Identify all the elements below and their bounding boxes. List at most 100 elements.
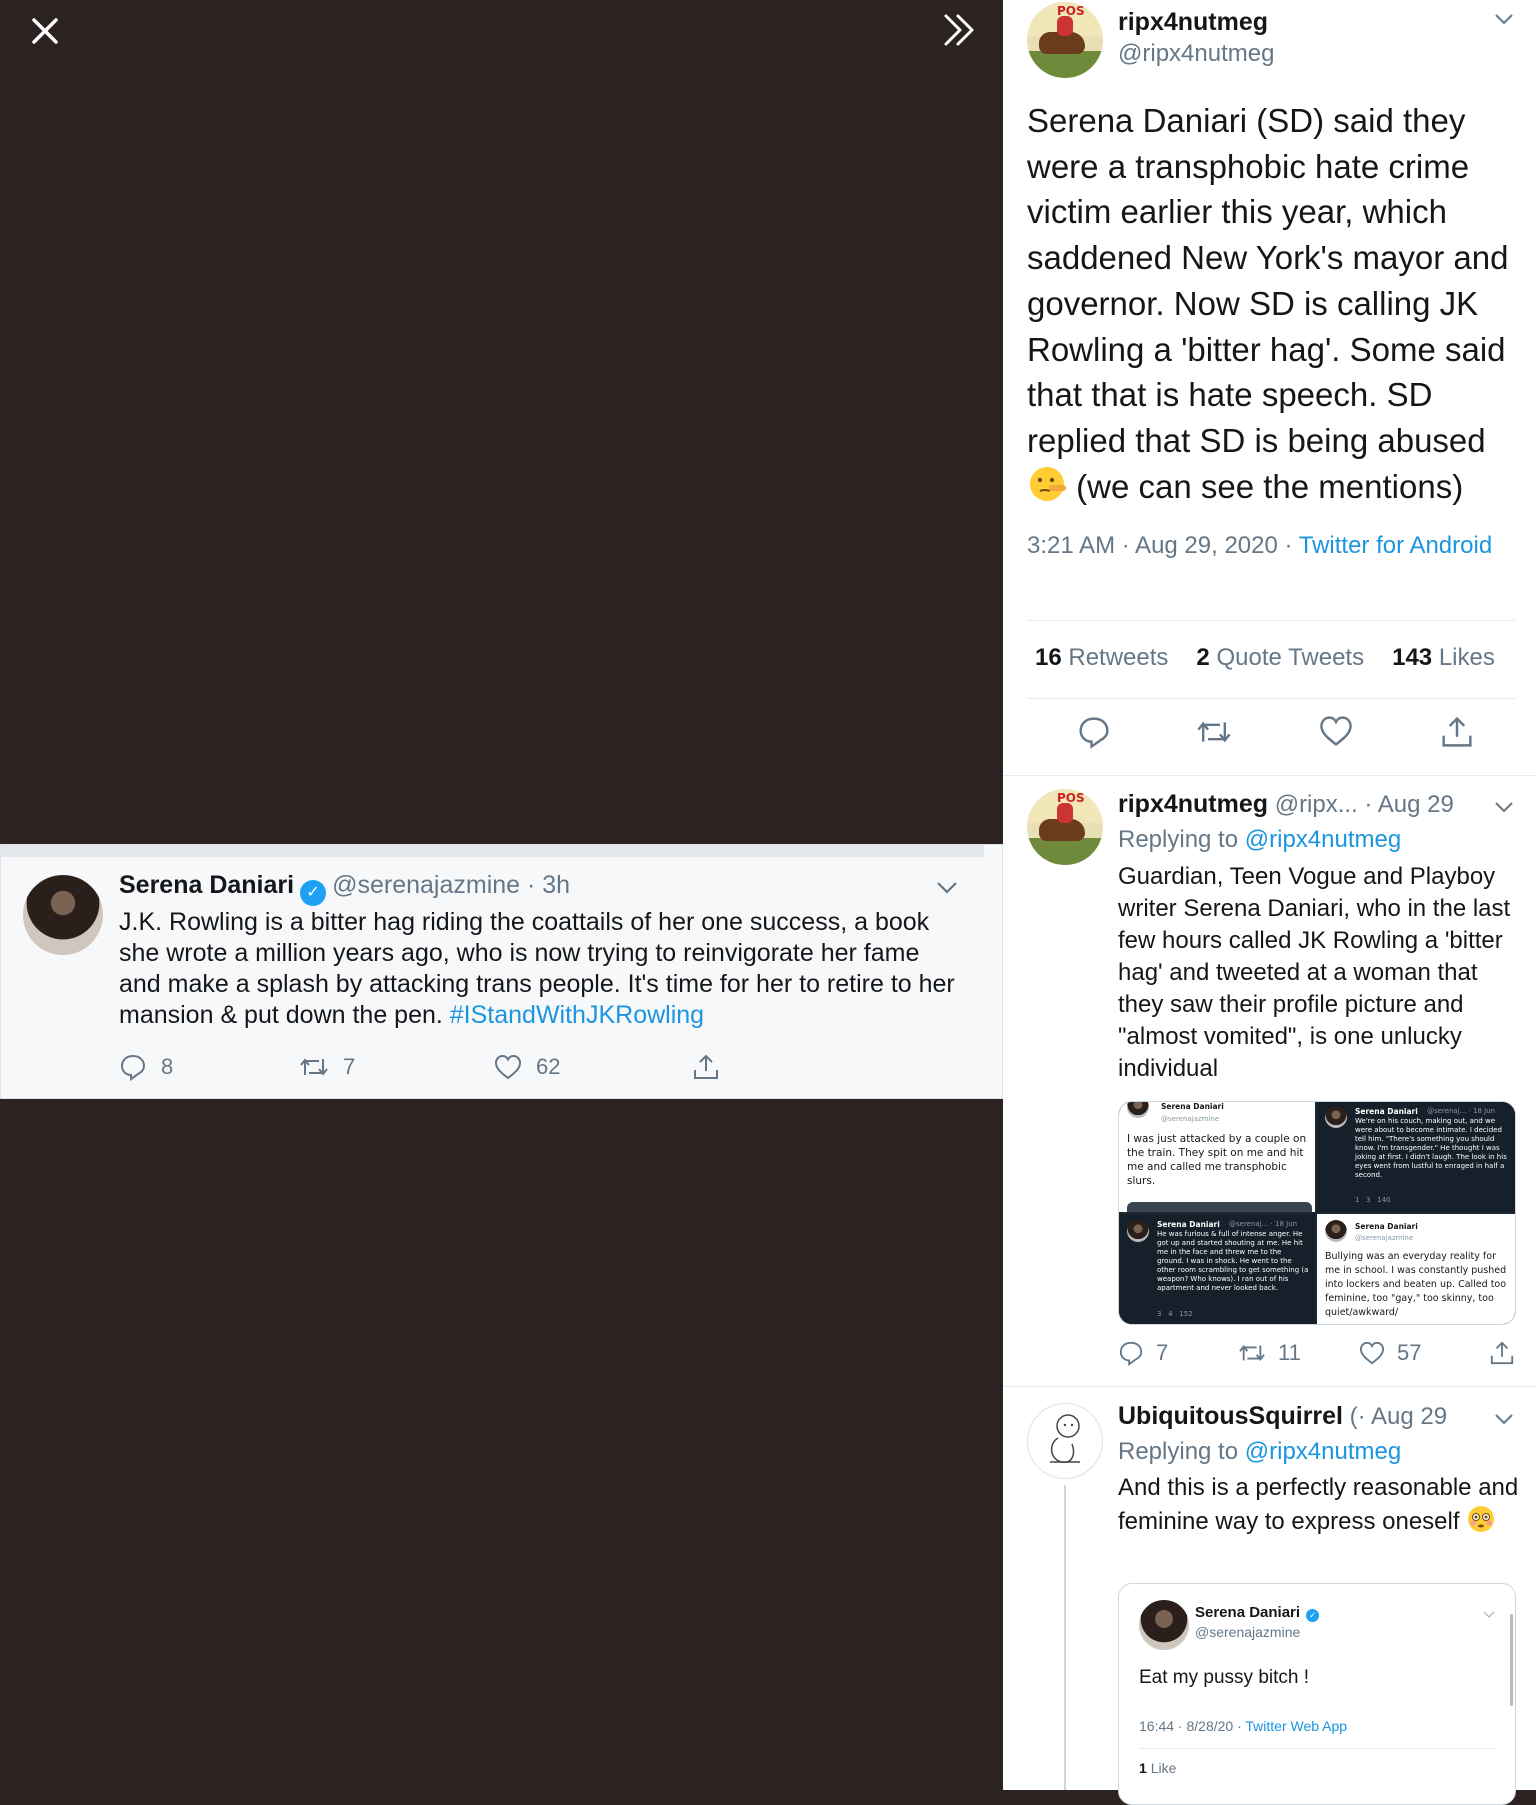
- mini-text: He was furious & full of intense anger. …: [1157, 1230, 1309, 1292]
- reply-count: 7: [1156, 1340, 1169, 1365]
- quote-author-name: Serena Daniari ✓: [1195, 1604, 1320, 1622]
- like-action[interactable]: 57: [1359, 1340, 1421, 1366]
- quote-meta: 16:44 · 8/28/20 · Twitter Web App: [1139, 1718, 1347, 1734]
- grid-image-3[interactable]: Serena Daniari @serenaj... · 18 Jun He w…: [1119, 1214, 1315, 1324]
- engagement-stats: 16 Retweets 2 Quote Tweets 143 Likes: [1035, 644, 1495, 672]
- reply-icon: [120, 1054, 146, 1081]
- grid-image-4[interactable]: Serena Daniari @serenajazmine Bullying w…: [1317, 1214, 1515, 1324]
- tweet-actions: [1003, 715, 1536, 759]
- avatar[interactable]: [1027, 1403, 1103, 1479]
- retweet-action: 7: [299, 1050, 355, 1084]
- heart-icon: [1359, 1341, 1385, 1365]
- likes-label: Likes: [1438, 644, 1495, 671]
- quotes-label: Quote Tweets: [1216, 644, 1365, 671]
- mini-handle: @serenaj... · 18 Jun: [1229, 1220, 1298, 1228]
- quote-text: Eat my pussy bitch !: [1139, 1667, 1310, 1688]
- retweet-icon[interactable]: [1196, 715, 1232, 754]
- quote-author-handle: @serenajazmine: [1195, 1624, 1301, 1640]
- retweet-count: 11: [1278, 1340, 1301, 1365]
- replying-handle-link[interactable]: @ripx4nutmeg: [1245, 826, 1401, 853]
- quote-name-text: Serena Daniari: [1195, 1604, 1301, 1621]
- mini-counts: 1 3 140: [1355, 1196, 1391, 1204]
- scrollbar: [1510, 1614, 1513, 1706]
- verified-badge-icon: ✓: [1306, 1609, 1320, 1622]
- author-name: Serena Daniari: [119, 871, 295, 899]
- author-handle-date: @ripx... · Aug 29: [1274, 791, 1454, 818]
- replying-to: Replying to @ripx4nutmeg: [1118, 1438, 1401, 1466]
- reply-action[interactable]: 7: [1118, 1340, 1168, 1366]
- replying-label: Replying to: [1118, 826, 1245, 853]
- share-action[interactable]: [1489, 1340, 1527, 1366]
- quote-likes-label: Like: [1150, 1760, 1177, 1776]
- author-name[interactable]: ripx4nutmeg: [1118, 8, 1268, 37]
- chevron-down-icon: [936, 881, 958, 895]
- quoted-tweet-image[interactable]: Serena Daniari ✓ @serenajazmine Eat my p…: [1118, 1583, 1516, 1805]
- chevron-down-icon[interactable]: [1494, 12, 1514, 25]
- author-handle[interactable]: @ripx4nutmeg: [1118, 40, 1274, 68]
- replying-handle-link[interactable]: @ripx4nutmeg: [1245, 1438, 1401, 1465]
- heart-icon[interactable]: [1319, 715, 1353, 752]
- likes-count: 143: [1392, 644, 1433, 671]
- chevron-down-icon: [1483, 1606, 1495, 1624]
- like-count: 62: [536, 1054, 561, 1079]
- author-name[interactable]: UbiquitousSquirrel: [1118, 1402, 1343, 1430]
- author-handle: @serenajazmine: [332, 871, 521, 899]
- mini-handle: @serenajazmine: [1355, 1234, 1414, 1242]
- divider: [1139, 1748, 1495, 1749]
- close-icon[interactable]: [28, 14, 62, 48]
- avatar: [23, 875, 103, 955]
- thread-line: [1064, 1485, 1066, 1790]
- reply-header: ripx4nutmeg @ripx... · Aug 29: [1118, 790, 1454, 819]
- author-name[interactable]: ripx4nutmeg: [1118, 790, 1268, 818]
- double-chevron-right-icon[interactable]: [940, 12, 980, 48]
- tweet-detail-panel: POS ripx4nutmeg @ripx4nutmeg Serena Dani…: [1003, 0, 1536, 1805]
- avatar[interactable]: POS: [1027, 2, 1103, 78]
- tweet-text: J.K. Rowling is a bitter hag riding the …: [119, 907, 959, 1031]
- divider: [1027, 620, 1516, 621]
- retweets-label: Retweets: [1068, 644, 1169, 671]
- grid-image-2[interactable]: Serena Daniari @serenaj... · 18 Jun We'r…: [1317, 1102, 1515, 1212]
- source-link[interactable]: Twitter for Android: [1299, 532, 1492, 559]
- like-action: 62: [494, 1050, 560, 1084]
- author-handle-date: (· Aug 29: [1349, 1403, 1448, 1430]
- likes-stat[interactable]: 143 Likes: [1392, 644, 1495, 671]
- divider: [1027, 698, 1516, 699]
- chevron-down-icon[interactable]: [1494, 1412, 1514, 1425]
- retweets-stat[interactable]: 16 Retweets: [1035, 644, 1168, 671]
- media-viewer: Serena Daniari ✓ @serenajazmine · 3h J.K. …: [0, 0, 1003, 1790]
- reply-text-body: And this is a perfectly reasonable and f…: [1118, 1474, 1519, 1535]
- replying-to: Replying to @ripx4nutmeg: [1118, 826, 1401, 854]
- like-count: 57: [1397, 1340, 1422, 1365]
- mini-text: I was just attacked by a couple on the t…: [1127, 1133, 1307, 1187]
- mini-handle: @serenaj... · 18 Jun: [1427, 1107, 1496, 1115]
- image-strip: [1127, 1202, 1312, 1212]
- timestamp: 3:21 AM · Aug 29, 2020 ·: [1027, 532, 1299, 559]
- reply-count: 8: [161, 1054, 174, 1079]
- quote-likes-count: 1: [1139, 1760, 1147, 1776]
- reply-icon[interactable]: [1077, 715, 1111, 754]
- avatar[interactable]: POS: [1027, 789, 1103, 865]
- avatar: [1127, 1102, 1149, 1118]
- share-icon: [694, 1054, 718, 1079]
- embed-top-band: [1, 845, 984, 857]
- quotes-stat[interactable]: 2 Quote Tweets: [1196, 644, 1364, 671]
- reply-icon: [1119, 1341, 1143, 1366]
- avatar: [1325, 1106, 1347, 1128]
- embedded-tweet-image: Serena Daniari ✓ @serenajazmine · 3h J.K. …: [0, 844, 1003, 1099]
- retweet-action[interactable]: 11: [1238, 1340, 1301, 1366]
- avatar: [1325, 1220, 1347, 1242]
- divider: [1003, 775, 1536, 776]
- share-icon[interactable]: [1440, 715, 1474, 754]
- image-grid[interactable]: Serena Daniari @serenajazmine I was just…: [1118, 1101, 1516, 1325]
- reply-action: 8: [119, 1050, 173, 1084]
- tweet-text-body: Serena Daniari (SD) said they were a tra…: [1027, 102, 1509, 459]
- grid-image-1[interactable]: Serena Daniari @serenajazmine I was just…: [1119, 1102, 1315, 1212]
- tweet-header: Serena Daniari ✓ @serenajazmine · 3h: [119, 871, 570, 906]
- heart-icon: [494, 1054, 522, 1080]
- quote-likes: 1 Like: [1139, 1760, 1176, 1776]
- lying-face-emoji-icon: [1027, 464, 1067, 504]
- quotes-count: 2: [1196, 644, 1210, 671]
- chevron-down-icon[interactable]: [1494, 800, 1514, 813]
- mini-text: We're on his couch, making out, and we w…: [1355, 1117, 1507, 1179]
- tweet-text-end: (we can see the mentions): [1067, 467, 1464, 505]
